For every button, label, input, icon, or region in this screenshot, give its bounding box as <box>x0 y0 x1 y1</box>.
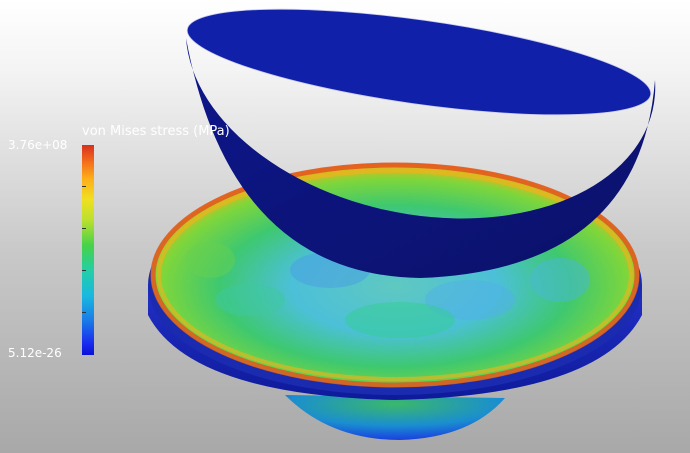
render-viewport[interactable] <box>0 0 690 453</box>
colorbar-title: von Mises stress (MPa) <box>82 124 230 139</box>
colorbar-tick <box>82 228 86 229</box>
plate-underside <box>285 395 505 440</box>
colorbar-max-label: 3.76e+08 <box>8 138 68 152</box>
colorbar-gradient <box>82 145 94 355</box>
colorbar-tick <box>82 270 86 271</box>
colorbar-min-label: 5.12e-26 <box>8 346 62 360</box>
colorbar-tick <box>82 312 86 313</box>
colorbar-tick <box>82 186 86 187</box>
